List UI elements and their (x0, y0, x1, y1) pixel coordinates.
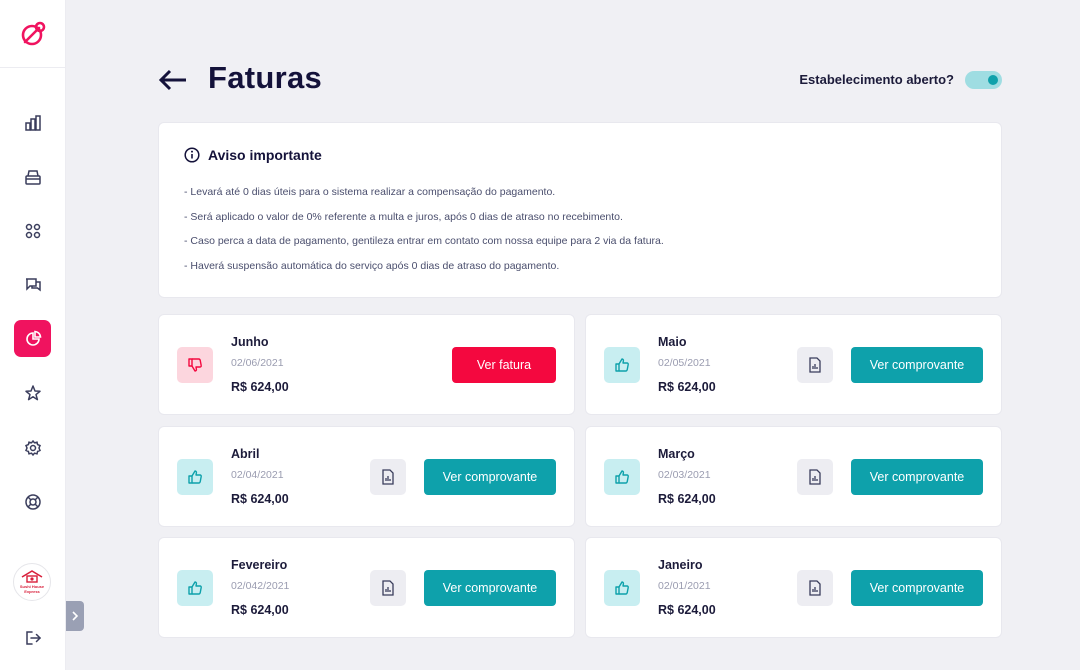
info-icon (184, 147, 200, 163)
sidebar-item-settings[interactable] (14, 429, 51, 466)
sidebar-collapse-button[interactable] (66, 601, 84, 631)
thumbs-up-icon (615, 470, 629, 484)
invoice-month: Janeiro (658, 558, 703, 572)
notice-line: - Levará até 0 dias úteis para o sistema… (184, 186, 556, 198)
invoice-amount: R$ 624,00 (231, 492, 289, 506)
lifebuoy-icon (24, 493, 41, 510)
notice-title: Aviso importante (208, 147, 322, 163)
paid-badge (604, 347, 640, 383)
download-document-button[interactable] (797, 347, 833, 383)
download-document-button[interactable] (797, 459, 833, 495)
box-icon (24, 169, 41, 185)
view-receipt-button[interactable]: Ver comprovante (851, 459, 983, 495)
paid-badge (177, 570, 213, 606)
invoice-card: Junho 02/06/2021 R$ 624,00 Ver fatura (158, 314, 575, 415)
view-receipt-button[interactable]: Ver comprovante (851, 347, 983, 383)
view-receipt-button[interactable]: Ver comprovante (851, 570, 983, 606)
download-document-button[interactable] (370, 570, 406, 606)
sidebar-item-orders[interactable] (14, 158, 51, 195)
store-logo-icon (21, 570, 43, 583)
paid-badge (604, 459, 640, 495)
sidebar: Sushi House Express (0, 0, 66, 670)
notice-line: - Será aplicado o valor de 0% referente … (184, 210, 623, 223)
invoice-amount: R$ 624,00 (658, 380, 716, 394)
notice-line: - Caso perca a data de pagamento, gentil… (184, 235, 664, 247)
pin-logo-icon (21, 21, 46, 45)
view-receipt-button[interactable]: Ver comprovante (424, 459, 556, 495)
invoice-card: Maio 02/05/2021 R$ 624,00 Ver comprovant… (585, 314, 1002, 415)
store-avatar[interactable]: Sushi House Express (13, 563, 51, 601)
document-chart-icon (382, 580, 394, 596)
chevron-right-icon (72, 611, 79, 621)
document-chart-icon (809, 580, 821, 596)
invoice-card: Janeiro 02/01/2021 R$ 624,00 Ver comprov… (585, 537, 1002, 638)
logout-button[interactable] (14, 619, 51, 656)
sidebar-item-chat[interactable] (14, 266, 51, 303)
paid-badge (177, 459, 213, 495)
notice-header: Aviso importante (184, 147, 322, 163)
invoice-date: 02/01/2021 (658, 580, 711, 592)
invoice-month: Junho (231, 335, 269, 349)
invoice-amount: R$ 624,00 (658, 603, 716, 617)
document-chart-icon (382, 469, 394, 485)
invoice-month: Abril (231, 447, 260, 461)
sidebar-item-dashboard[interactable] (14, 104, 51, 141)
invoice-amount: R$ 624,00 (231, 603, 289, 617)
unpaid-badge (177, 347, 213, 383)
invoice-date: 02/04/2021 (231, 469, 284, 481)
invoice-date: 02/05/2021 (658, 357, 711, 369)
invoice-amount: R$ 624,00 (658, 492, 716, 506)
back-arrow-icon[interactable] (158, 68, 188, 92)
thumbs-up-icon (188, 581, 202, 595)
invoice-card: Março 02/03/2021 R$ 624,00 Ver comprovan… (585, 426, 1002, 527)
invoice-month: Março (658, 447, 695, 461)
logout-icon (25, 630, 41, 645)
sidebar-item-support[interactable] (14, 483, 51, 520)
grid-icon (25, 223, 40, 238)
invoice-date: 02/042/2021 (231, 580, 290, 592)
chat-icon (25, 277, 41, 292)
invoice-month: Maio (658, 335, 687, 349)
thumbs-down-icon (188, 358, 202, 372)
view-invoice-button[interactable]: Ver fatura (452, 347, 556, 383)
thumbs-up-icon (615, 581, 629, 595)
paid-badge (604, 570, 640, 606)
store-open-label: Estabelecimento aberto? (799, 72, 954, 87)
invoice-card: Abril 02/04/2021 R$ 624,00 Ver comprovan… (158, 426, 575, 527)
gear-icon (24, 439, 41, 456)
thumbs-up-icon (615, 358, 629, 372)
download-document-button[interactable] (370, 459, 406, 495)
sidebar-item-catalog[interactable] (14, 212, 51, 249)
store-avatar-text: Sushi House Express (19, 584, 45, 594)
bar-chart-icon (24, 114, 41, 131)
sidebar-item-reviews[interactable] (14, 374, 51, 411)
notice-line: - Haverá suspensão automática do serviço… (184, 259, 560, 272)
store-open-toggle[interactable] (965, 71, 1002, 89)
invoice-card: Fevereiro 02/042/2021 R$ 624,00 Ver comp… (158, 537, 575, 638)
invoice-date: 02/06/2021 (231, 357, 284, 369)
pie-chart-icon (25, 330, 41, 346)
notice-lines: - Levará até 0 dias úteis para o sistema… (184, 185, 664, 283)
notice-card: Aviso importante - Levará até 0 dias úte… (158, 122, 1002, 298)
view-receipt-button[interactable]: Ver comprovante (424, 570, 556, 606)
page-header: Faturas Estabelecimento aberto? (158, 58, 1002, 102)
app-logo[interactable] (0, 0, 66, 68)
invoice-date: 02/03/2021 (658, 469, 711, 481)
document-chart-icon (809, 469, 821, 485)
star-icon (24, 384, 41, 400)
invoice-month: Fevereiro (231, 558, 288, 572)
invoice-amount: R$ 624,00 (231, 380, 289, 394)
sidebar-item-finance[interactable] (14, 320, 51, 357)
toggle-knob (988, 75, 998, 85)
download-document-button[interactable] (797, 570, 833, 606)
page-title: Faturas (208, 60, 323, 95)
thumbs-up-icon (188, 470, 202, 484)
document-chart-icon (809, 357, 821, 373)
